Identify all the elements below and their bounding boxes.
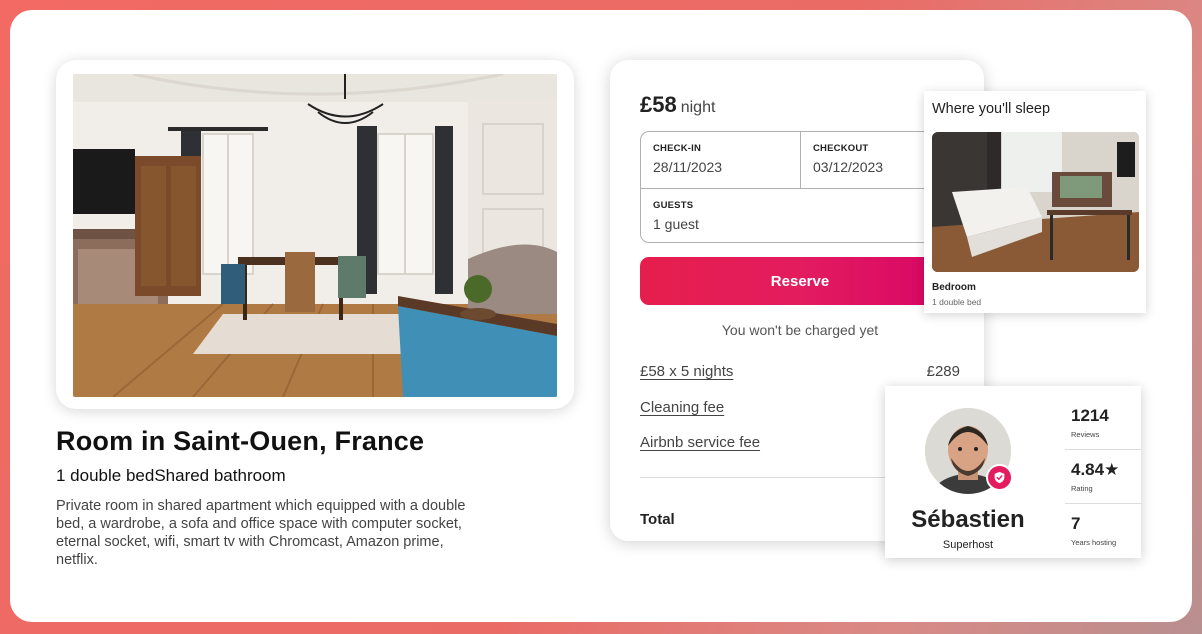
stat-rating: 4.84★ Rating (1065, 450, 1141, 504)
stat-years-hosting: 7 Years hosting (1065, 504, 1141, 558)
bedroom-photo[interactable] (932, 132, 1139, 272)
listing-description: Private room in shared apartment which e… (56, 498, 466, 568)
sleep-card: Where you'll sleep Bedroom 1 double bed (924, 91, 1146, 313)
dates-guests-picker: CHECK-IN 28/11/2023 CHECKOUT 03/12/2023 … (640, 131, 961, 244)
superhost-badge-icon (986, 464, 1013, 491)
stat-reviews: 1214 Reviews (1065, 396, 1141, 450)
checkin-label: CHECK-IN (653, 143, 702, 154)
listing-room-photo (73, 74, 557, 397)
host-role: Superhost (942, 539, 994, 551)
host-name: Sébastien (911, 506, 1025, 533)
reserve-button[interactable]: Reserve (640, 257, 960, 305)
total-label: Total (640, 511, 675, 528)
listing-subtitle: 1 double bedShared bathroom (56, 466, 286, 485)
reviews-label: Reviews (1071, 430, 1100, 439)
host-card: Sébastien Superhost 1214 Reviews 4.84★ R… (885, 386, 1141, 558)
guests-field[interactable]: GUESTS 1 guest (641, 188, 961, 244)
rating-value: 4.84★ (1071, 460, 1120, 479)
checkin-field[interactable]: CHECK-IN 28/11/2023 (641, 132, 801, 188)
rating-label: Rating (1071, 484, 1093, 493)
promo-frame: Room in Saint-Ouen, France 1 double bedS… (10, 10, 1192, 622)
listing-title: Room in Saint-Ouen, France (56, 426, 425, 456)
price-line: £58 night (640, 92, 715, 118)
years-hosting-value: 7 (1071, 514, 1081, 533)
reviews-count: 1214 (1071, 406, 1109, 425)
guests-label: GUESTS (653, 200, 694, 211)
listing-photo-card (56, 60, 574, 409)
fee-row: £58 x 5 nights £289 (640, 363, 960, 383)
nightly-price: £58 (640, 92, 677, 117)
sleep-title: Where you'll sleep (932, 101, 1051, 117)
nights-fee-link[interactable]: £58 x 5 nights (640, 363, 733, 380)
years-hosting-label: Years hosting (1071, 538, 1117, 547)
checkin-value: 28/11/2023 (653, 159, 723, 175)
charge-note: You won't be charged yet (721, 322, 879, 338)
bed-info: 1 double bed (932, 297, 982, 307)
bedroom-label: Bedroom (932, 282, 976, 293)
nights-fee-value: £289 (926, 363, 960, 380)
host-stats: 1214 Reviews 4.84★ Rating 7 Years hostin… (1065, 396, 1141, 558)
cleaning-fee-link[interactable]: Cleaning fee (640, 399, 724, 416)
service-fee-link[interactable]: Airbnb service fee (640, 434, 760, 451)
price-unit: night (680, 99, 716, 116)
guests-value: 1 guest (653, 216, 699, 232)
